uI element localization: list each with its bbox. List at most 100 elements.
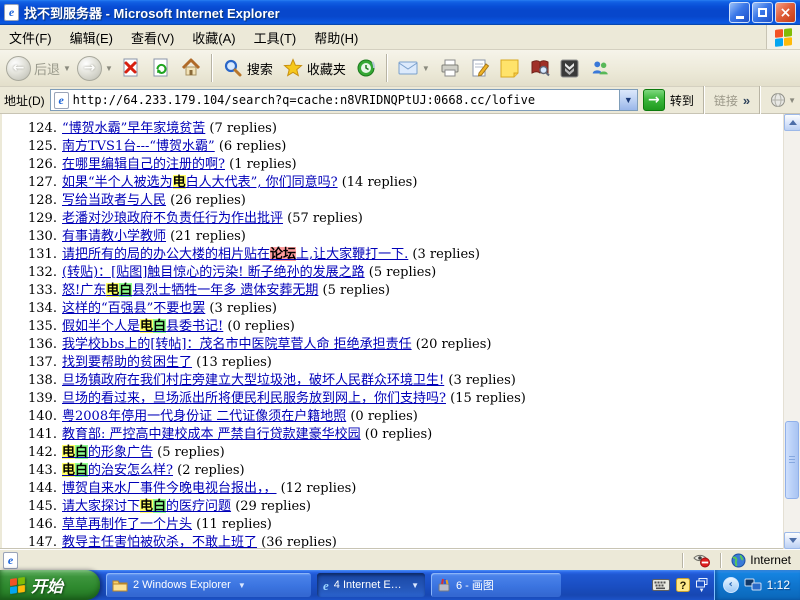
messenger-note-button[interactable] [496, 56, 524, 80]
thread-link-text[interactable]: 的形象广告 [88, 445, 153, 459]
forward-dropdown-icon[interactable]: ▼ [105, 64, 113, 73]
links-label[interactable]: 链接 [714, 92, 738, 109]
thread-link[interactable]: 如果“半个人被选为电白人大代表”, 你们同意吗? [62, 175, 338, 189]
minimize-button[interactable] [729, 2, 750, 23]
menu-file[interactable]: 文件(F) [0, 25, 61, 50]
highlighted-term[interactable]: 电 [173, 175, 186, 189]
thread-link[interactable]: 教导主任害怕被砍杀，不敢上班了 [62, 535, 257, 549]
thread-link-text[interactable]: 上,让大家鞭打一下. [296, 247, 408, 261]
thread-link-text[interactable]: 草草再制作了一个片头 [62, 517, 192, 531]
back-button[interactable]: ← 后退 ▼ [4, 56, 73, 81]
msn-messenger-button[interactable] [586, 56, 614, 80]
thread-link-text[interactable]: (转贴)：[贴图]触目惊心的污染! 断子绝孙的发展之路 [62, 265, 365, 279]
extension-dropdown-icon[interactable]: ▼ [788, 96, 796, 105]
thread-link-text[interactable]: 怒!广东 [62, 283, 106, 297]
thread-link[interactable]: 这样的“百强县”不要也罢 [62, 301, 205, 315]
extension-globe-button[interactable]: ▼ [770, 92, 796, 108]
thread-link[interactable]: 请大家探讨下电白的医疗问题 [62, 499, 231, 513]
thread-link[interactable]: 怒!广东电白县烈士牺牲一年多 遗体安葬无期 [62, 283, 318, 297]
thread-link[interactable]: 写给当政者与人民 [62, 193, 166, 207]
edit-button[interactable] [466, 56, 494, 80]
thread-link[interactable]: “博贺水霸”早年家境贫苦 [62, 121, 205, 135]
scroll-thumb[interactable] [785, 421, 799, 499]
thread-link-text[interactable]: 的医疗问题 [166, 499, 231, 513]
home-button[interactable] [177, 56, 205, 80]
print-button[interactable] [436, 56, 464, 80]
menu-tools[interactable]: 工具(T) [245, 25, 306, 50]
highlighted-term[interactable]: 电 [140, 499, 153, 513]
thread-link[interactable]: 电白的形象广告 [62, 445, 153, 459]
menu-help[interactable]: 帮助(H) [305, 25, 367, 50]
thread-link-text[interactable]: 有事请教小学教师 [62, 229, 166, 243]
back-dropdown-icon[interactable]: ▼ [63, 64, 71, 73]
flashget-button[interactable] [556, 56, 584, 80]
thread-link[interactable]: 在哪里编辑自己的注册的啊? [62, 157, 225, 171]
thread-link-text[interactable]: 教导主任害怕被砍杀，不敢上班了 [62, 535, 257, 549]
highlighted-term[interactable]: 白 [75, 445, 88, 459]
thread-link[interactable]: 我学校bbs上的[转帖]：茂名市中医院草菅人命 拒绝承担责任 [62, 337, 412, 351]
stop-button[interactable] [117, 56, 145, 80]
scroll-down-button[interactable] [784, 532, 800, 549]
thread-link[interactable]: 找到要帮助的贫困生了 [62, 355, 192, 369]
thread-link-text[interactable]: 南方TVS1台---“博贺水霸” [62, 139, 215, 153]
highlighted-term[interactable]: 电 [140, 319, 153, 333]
links-chevron-icon[interactable]: » [743, 93, 750, 108]
thread-link-text[interactable]: 的治安怎么样? [88, 463, 173, 477]
thread-link[interactable]: 草草再制作了一个片头 [62, 517, 192, 531]
highlighted-term[interactable]: 白 [119, 283, 132, 297]
thread-link[interactable]: 有事请教小学教师 [62, 229, 166, 243]
mail-dropdown-icon[interactable]: ▼ [422, 64, 430, 73]
refresh-button[interactable] [147, 56, 175, 80]
highlighted-term[interactable]: 白 [153, 319, 166, 333]
forward-button[interactable]: → ▼ [75, 56, 115, 81]
thread-link[interactable]: 请把所有的局的办公大楼的相片贴在论坛上,让大家鞭打一下. [62, 247, 408, 261]
restore-toolbar-icon[interactable]: ▼ [696, 578, 708, 593]
thread-link-text[interactable]: 县烈士牺牲一年多 遗体安葬无期 [132, 283, 318, 297]
highlighted-term[interactable]: 论坛 [270, 247, 296, 261]
address-dropdown-button[interactable]: ▼ [619, 90, 637, 110]
tray-collapse-icon[interactable]: ‹ [723, 577, 739, 593]
thread-link[interactable]: 粤2008年停用一代身份证 二代证像须在户籍地照 [62, 409, 346, 423]
thread-link-text[interactable]: 老潘对沙琅政府不负责任行为作出批评 [62, 211, 283, 225]
thread-link-text[interactable]: 旦场镇政府在我们村庄旁建立大型垃圾池，破坏人民群众环境卫生! [62, 373, 444, 387]
thread-link-text[interactable]: 博贺自来水厂事件今晚电视台报出，， [62, 481, 277, 495]
privacy-report-pane[interactable] [687, 552, 717, 568]
thread-link-text[interactable]: 这样的“百强县”不要也罢 [62, 301, 205, 315]
scroll-up-button[interactable] [784, 114, 800, 131]
highlighted-term[interactable]: 电 [62, 445, 75, 459]
ime-help-icon[interactable]: ? [676, 578, 690, 592]
thread-link[interactable]: 教育部: 严控高中建校成本 严禁自行贷款建豪华校园 [62, 427, 361, 441]
thread-link[interactable]: 博贺自来水厂事件今晚电视台报出，， [62, 481, 277, 495]
thread-link[interactable]: 电白的治安怎么样? [62, 463, 173, 477]
group-dropdown-icon[interactable]: ▼ [411, 581, 419, 590]
thread-link-text[interactable]: 找到要帮助的贫困生了 [62, 355, 192, 369]
menu-view[interactable]: 查看(V) [122, 25, 183, 50]
address-input[interactable]: e http://64.233.179.104/search?q=cache:n… [50, 89, 638, 111]
network-status-icon[interactable] [744, 578, 762, 592]
menu-edit[interactable]: 编辑(E) [61, 25, 122, 50]
thread-link-text[interactable]: 写给当政者与人民 [62, 193, 166, 207]
favorites-button[interactable]: 收藏夹 [279, 56, 350, 80]
thread-link[interactable]: 旦场镇政府在我们村庄旁建立大型垃圾池，破坏人民群众环境卫生! [62, 373, 444, 387]
thread-link-text[interactable]: 在哪里编辑自己的注册的啊? [62, 157, 225, 171]
taskbar-clock[interactable]: 1:12 [767, 578, 790, 592]
thread-link-text[interactable]: 白人大代表”, 你们同意吗? [186, 175, 338, 189]
search-button[interactable]: 搜索 [219, 56, 277, 80]
thread-link-text[interactable]: 旦场的看过来，旦场派出所将便民利民服务放到网上，你们支持吗? [62, 391, 446, 405]
thread-link-text[interactable]: 假如半个人是 [62, 319, 140, 333]
history-button[interactable] [352, 56, 380, 80]
start-button[interactable]: 开始 [0, 570, 100, 600]
highlighted-term[interactable]: 白 [75, 463, 88, 477]
mail-button[interactable]: ▼ [394, 56, 434, 80]
group-dropdown-icon[interactable]: ▼ [238, 581, 246, 590]
thread-link-text[interactable]: 请大家探讨下 [62, 499, 140, 513]
thread-link-text[interactable]: 县委书记! [166, 319, 223, 333]
highlighted-term[interactable]: 电 [106, 283, 119, 297]
thread-link[interactable]: 南方TVS1台---“博贺水霸” [62, 139, 215, 153]
thread-link-text[interactable]: 粤2008年停用一代身份证 二代证像须在户籍地照 [62, 409, 346, 423]
highlighted-term[interactable]: 白 [153, 499, 166, 513]
thread-link[interactable]: 旦场的看过来，旦场派出所将便民利民服务放到网上，你们支持吗? [62, 391, 446, 405]
close-button[interactable]: × [775, 2, 796, 23]
restore-button[interactable] [752, 2, 773, 23]
taskbar-group-windows-explorer[interactable]: 2 Windows Explorer ▼ [106, 573, 311, 597]
